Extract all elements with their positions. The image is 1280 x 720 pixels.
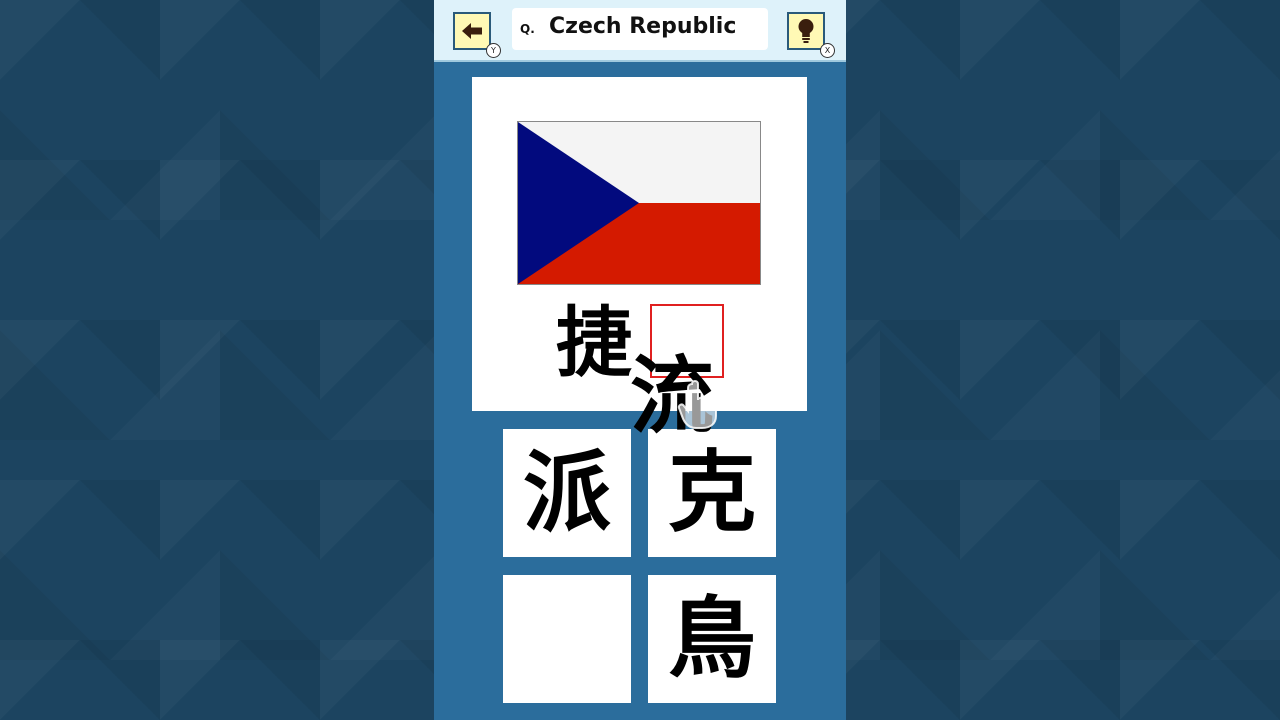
hand-cursor-icon xyxy=(677,380,717,429)
kanji-tile-2[interactable]: 克 xyxy=(648,429,776,557)
top-bar: Y Q. Czech Republic X xyxy=(434,0,846,62)
y-key-badge: Y xyxy=(486,43,501,58)
kanji-tile-1[interactable]: 派 xyxy=(503,429,631,557)
hint-button[interactable] xyxy=(787,12,825,50)
x-key-badge: X xyxy=(820,43,835,58)
game-panel: Y Q. Czech Republic X 捷 派 克 鳥 流 xyxy=(434,0,846,720)
kanji-tile-3-empty[interactable] xyxy=(503,575,631,703)
back-button[interactable] xyxy=(453,12,491,50)
question-prefix: Q. xyxy=(520,22,535,36)
czech-flag xyxy=(517,121,761,285)
answer-character-1: 捷 xyxy=(556,298,632,387)
kanji-tile-4[interactable]: 鳥 xyxy=(648,575,776,703)
lightbulb-icon xyxy=(798,19,814,43)
arrow-left-icon xyxy=(462,23,482,39)
question-text: Czech Republic xyxy=(549,14,737,39)
question-box: Q. Czech Republic xyxy=(512,8,768,50)
